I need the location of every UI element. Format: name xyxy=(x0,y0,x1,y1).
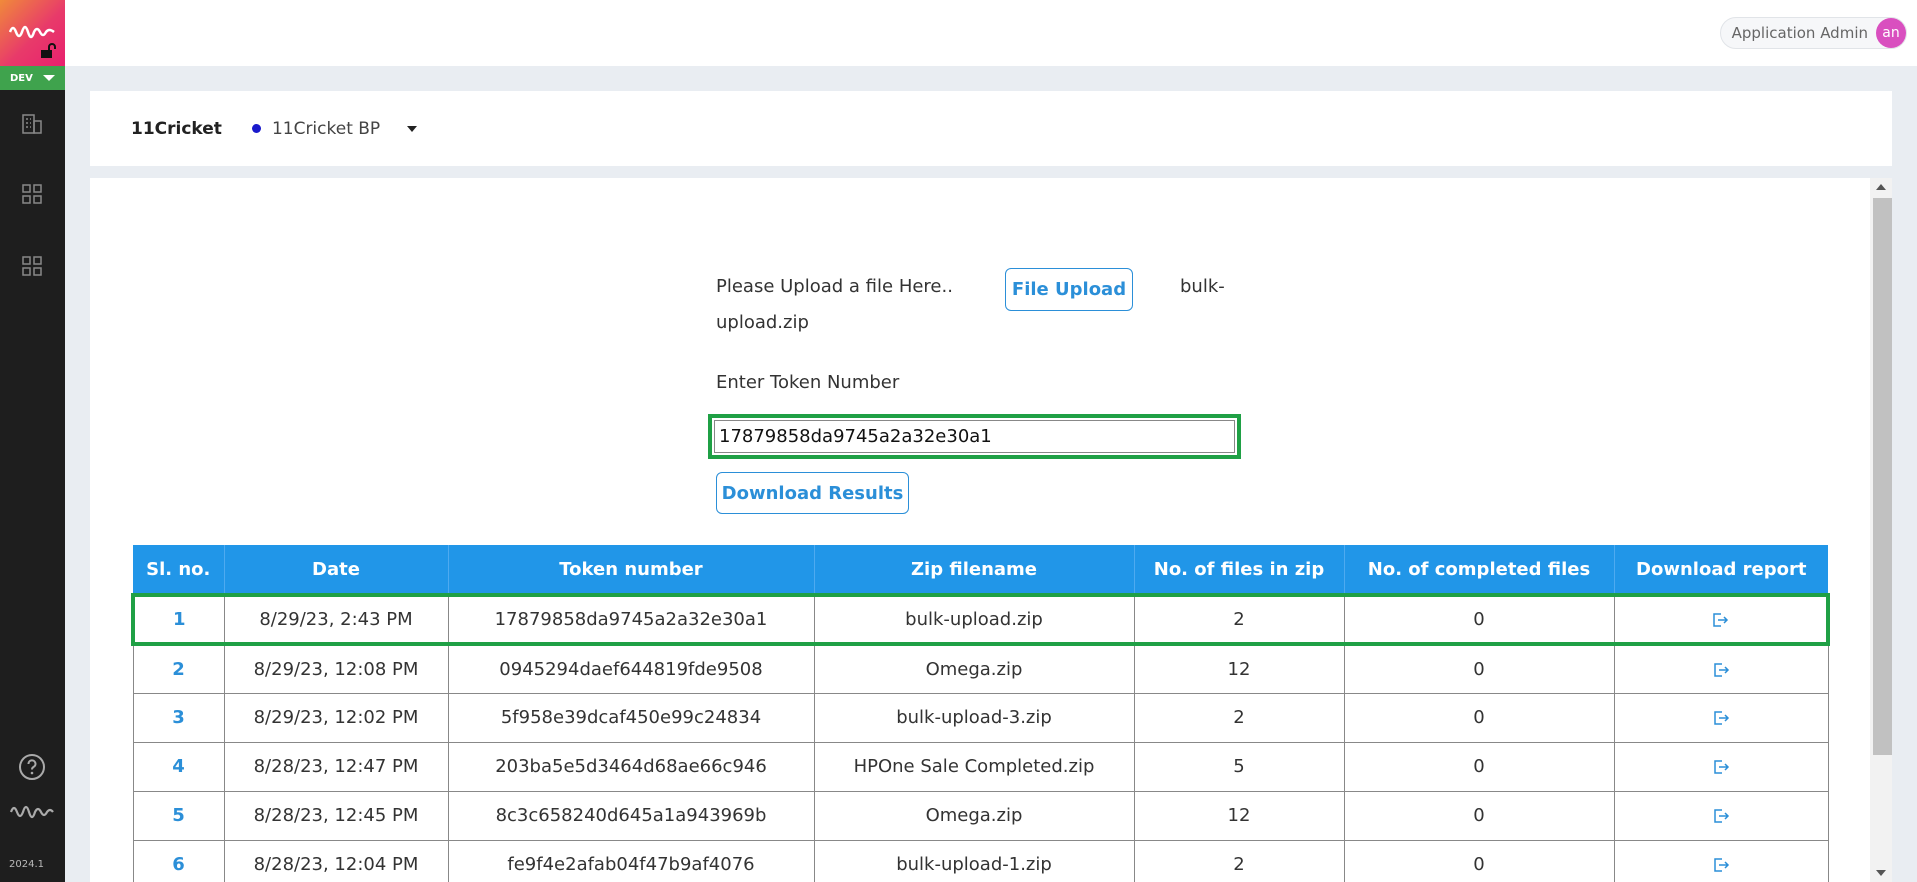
upload-label: Please Upload a file Here.. xyxy=(716,276,953,297)
help-icon[interactable] xyxy=(18,753,46,781)
row-sl-no[interactable]: 5 xyxy=(132,790,225,841)
user-name: Application Admin xyxy=(1731,24,1868,42)
header-files-in-zip: No. of files in zip xyxy=(1134,545,1345,595)
vertical-scrollbar[interactable] xyxy=(1870,178,1892,882)
row-sl-no[interactable]: 4 xyxy=(132,741,225,792)
header-date: Date xyxy=(224,545,449,595)
top-bar: Application Admin an xyxy=(65,0,1917,66)
row-completed: 0 xyxy=(1343,593,1615,646)
header-sl-no: Sl. no. xyxy=(133,545,225,595)
organization-name: 11Cricket xyxy=(131,118,222,139)
table-row: 3 8/29/23, 12:02 PM 5f958e39dcaf450e99c2… xyxy=(132,692,1829,743)
uploaded-filename-part2: upload.zip xyxy=(716,312,809,333)
row-files: 2 xyxy=(1133,692,1345,743)
row-report xyxy=(1613,839,1829,882)
header-token-number: Token number xyxy=(448,545,815,595)
row-sl-no[interactable]: 2 xyxy=(132,643,225,694)
row-date: 8/28/23, 12:47 PM xyxy=(223,741,449,792)
row-date: 8/28/23, 12:45 PM xyxy=(223,790,449,841)
row-token: 17879858da9745a2a32e30a1 xyxy=(447,593,815,646)
app-logo[interactable] xyxy=(0,0,65,66)
status-dot-icon xyxy=(251,124,261,133)
environment-selector[interactable]: DEV xyxy=(0,66,65,90)
row-zip: HPOne Sale Completed.zip xyxy=(813,741,1135,792)
scroll-up-icon[interactable] xyxy=(1876,184,1886,190)
row-date: 8/28/23, 12:04 PM xyxy=(223,839,449,882)
row-token: 0945294daef644819fde9508 xyxy=(447,643,815,694)
row-date: 8/29/23, 12:08 PM xyxy=(223,643,449,694)
table-row: 2 8/29/23, 12:08 PM 0945294daef644819fde… xyxy=(132,643,1829,694)
row-sl-no[interactable]: 1 xyxy=(131,593,225,646)
token-label: Enter Token Number xyxy=(716,372,900,393)
row-completed: 0 xyxy=(1343,790,1615,841)
header-completed-files: No. of completed files xyxy=(1344,545,1615,595)
environment-label: DEV xyxy=(10,72,33,84)
chevron-down-icon xyxy=(42,75,55,81)
building-icon[interactable] xyxy=(20,112,44,136)
waveform-logo-icon xyxy=(9,25,55,39)
download-report-icon[interactable] xyxy=(1711,856,1731,874)
file-upload-button[interactable]: File Upload xyxy=(1005,268,1133,311)
row-zip: Omega.zip xyxy=(813,790,1135,841)
row-files: 2 xyxy=(1133,839,1345,882)
download-report-icon[interactable] xyxy=(1711,807,1731,825)
row-token: 203ba5e5d3464d68ae66c946 xyxy=(447,741,815,792)
table-row: 6 8/28/23, 12:04 PM fe9f4e2afab04f47b9af… xyxy=(132,839,1829,882)
download-report-icon[interactable] xyxy=(1710,611,1730,629)
uploaded-filename-part1: bulk- xyxy=(1180,276,1225,297)
row-files: 12 xyxy=(1133,643,1345,694)
row-date: 8/29/23, 2:43 PM xyxy=(223,593,449,646)
row-zip: Omega.zip xyxy=(813,643,1135,694)
download-report-icon[interactable] xyxy=(1711,709,1731,727)
row-report xyxy=(1613,593,1830,646)
row-files: 2 xyxy=(1133,593,1345,646)
scroll-down-icon[interactable] xyxy=(1876,870,1886,876)
scroll-thumb[interactable] xyxy=(1873,198,1892,755)
row-zip: bulk-upload.zip xyxy=(813,593,1135,646)
download-results-button[interactable]: Download Results xyxy=(716,472,909,514)
waveform-icon xyxy=(10,805,54,819)
row-zip: bulk-upload-3.zip xyxy=(813,692,1135,743)
row-completed: 0 xyxy=(1343,692,1615,743)
avatar: an xyxy=(1876,18,1906,48)
download-report-icon[interactable] xyxy=(1711,661,1731,679)
row-report xyxy=(1613,643,1829,694)
sidebar: DEV 2024.1 xyxy=(0,0,65,882)
uploads-table: Sl. no. Date Token number Zip filename N… xyxy=(131,545,1830,882)
main-panel: Please Upload a file Here.. File Upload … xyxy=(90,178,1892,882)
row-report xyxy=(1613,692,1829,743)
header-zip-filename: Zip filename xyxy=(814,545,1135,595)
table-header-row: Sl. no. Date Token number Zip filename N… xyxy=(133,545,1828,595)
user-menu[interactable]: Application Admin an xyxy=(1719,17,1907,49)
table-row: 5 8/28/23, 12:45 PM 8c3c658240d645a1a943… xyxy=(132,790,1829,841)
row-report xyxy=(1613,790,1829,841)
row-sl-no[interactable]: 3 xyxy=(132,692,225,743)
row-token: 8c3c658240d645a1a943969b xyxy=(447,790,815,841)
download-report-icon[interactable] xyxy=(1711,758,1731,776)
row-completed: 0 xyxy=(1343,643,1615,694)
business-partner-name[interactable]: 11Cricket BP xyxy=(272,119,380,139)
row-zip: bulk-upload-1.zip xyxy=(813,839,1135,882)
token-input[interactable] xyxy=(714,420,1235,453)
business-partner-dropdown-icon[interactable] xyxy=(407,125,418,132)
table-row: 1 8/29/23, 2:43 PM 17879858da9745a2a32e3… xyxy=(131,593,1830,646)
apps-grid-icon[interactable] xyxy=(20,254,44,278)
row-token: 5f958e39dcaf450e99c24834 xyxy=(447,692,815,743)
row-files: 12 xyxy=(1133,790,1345,841)
header-download-report: Download report xyxy=(1614,545,1828,595)
row-sl-no[interactable]: 6 xyxy=(132,839,225,882)
row-date: 8/29/23, 12:02 PM xyxy=(223,692,449,743)
row-report xyxy=(1613,741,1829,792)
table-row: 4 8/28/23, 12:47 PM 203ba5e5d3464d68ae66… xyxy=(132,741,1829,792)
organization-bar: 11Cricket 11Cricket BP xyxy=(90,91,1892,166)
grid-icon[interactable] xyxy=(20,182,44,206)
row-files: 5 xyxy=(1133,741,1345,792)
row-token: fe9f4e2afab04f47b9af4076 xyxy=(447,839,815,882)
version-label: 2024.1 xyxy=(9,859,44,870)
row-completed: 0 xyxy=(1343,839,1615,882)
lock-open-icon[interactable] xyxy=(40,43,58,59)
token-highlight-box xyxy=(708,414,1241,459)
row-completed: 0 xyxy=(1343,741,1615,792)
